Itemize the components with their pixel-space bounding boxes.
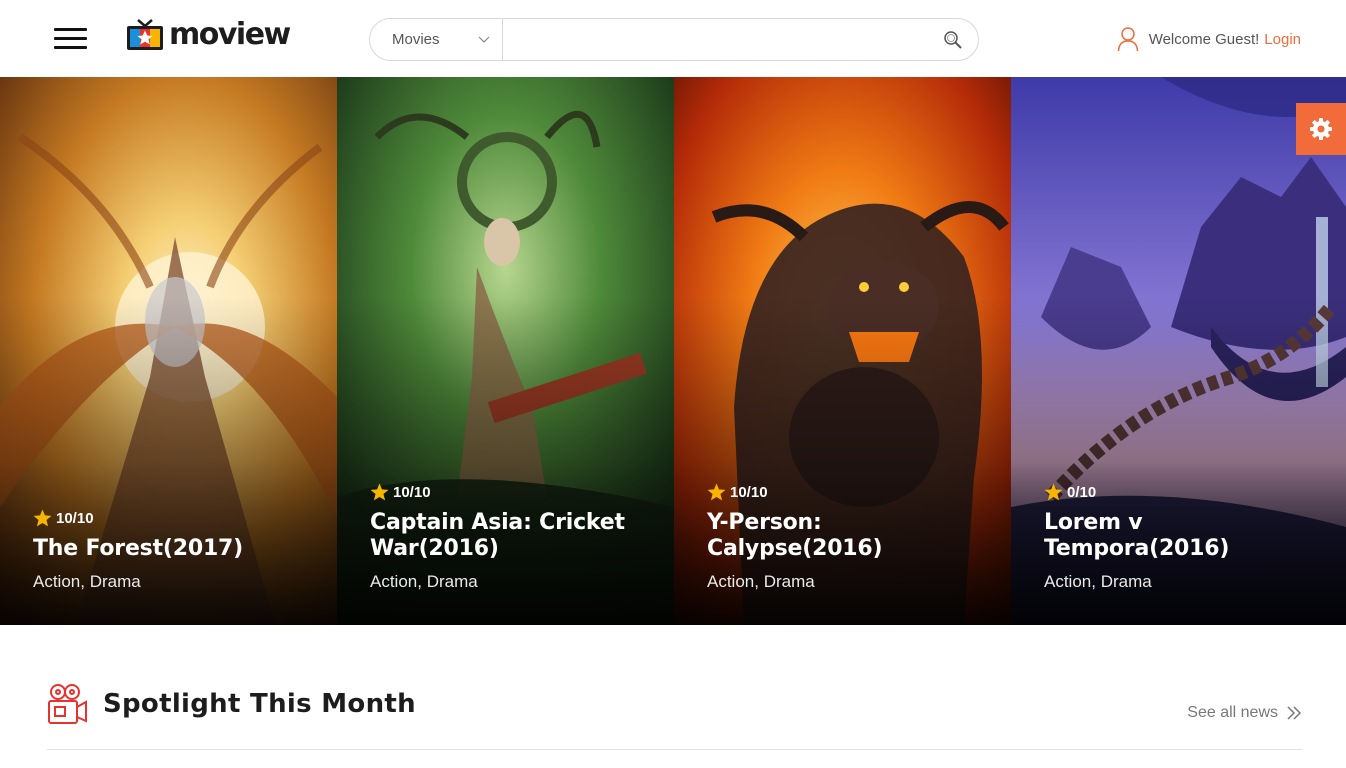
movie-title[interactable]: The Forest(2017) — [33, 536, 303, 562]
movie-card[interactable]: 0/10 Lorem v Tempora(2016) Action, Drama — [1011, 77, 1346, 625]
featured-movies: 10/10 The Forest(2017) Action, Drama 10/… — [0, 77, 1346, 625]
star-icon — [33, 509, 52, 527]
movie-card[interactable]: 10/10 Y-Person: Calypse(2016) Action, Dr… — [674, 77, 1011, 625]
film-camera-icon — [48, 684, 87, 724]
card-info: 0/10 Lorem v Tempora(2016) Action, Drama — [1044, 483, 1322, 592]
movie-genres: Action, Drama — [1044, 572, 1152, 591]
search-icon — [944, 30, 962, 49]
card-info: 10/10 The Forest(2017) Action, Drama — [33, 509, 313, 592]
site-header: moview Movies Welcome Guest! Login — [0, 0, 1346, 77]
movie-card[interactable]: 10/10 The Forest(2017) Action, Drama — [0, 77, 337, 625]
movie-genres: Action, Drama — [707, 572, 815, 591]
rating: 10/10 — [707, 483, 987, 501]
gear-icon — [1310, 118, 1332, 140]
movie-title[interactable]: Y-Person: Calypse(2016) — [707, 510, 977, 562]
tv-logo-icon — [127, 19, 163, 50]
search-input[interactable] — [503, 19, 928, 60]
card-info: 10/10 Captain Asia: Cricket War(2016) Ac… — [370, 483, 650, 592]
star-icon — [370, 483, 389, 501]
see-all-news-link[interactable]: See all news — [1187, 704, 1302, 722]
card-info: 10/10 Y-Person: Calypse(2016) Action, Dr… — [707, 483, 987, 592]
double-chevron-right-icon — [1287, 706, 1302, 720]
site-logo[interactable]: moview — [126, 17, 291, 53]
search-category-label: Movies — [392, 31, 440, 48]
rating: 10/10 — [33, 509, 313, 527]
movie-title[interactable]: Captain Asia: Cricket War(2016) — [370, 510, 640, 562]
rating-value: 10/10 — [393, 483, 431, 501]
welcome-text: Welcome Guest! — [1148, 30, 1260, 48]
user-icon — [1117, 26, 1139, 52]
section-title: Spotlight This Month — [103, 689, 416, 719]
movie-genres: Action, Drama — [370, 572, 478, 591]
rating: 0/10 — [1044, 483, 1322, 501]
chevron-down-icon — [478, 36, 490, 43]
movie-card[interactable]: 10/10 Captain Asia: Cricket War(2016) Ac… — [337, 77, 674, 625]
search-button[interactable] — [928, 19, 978, 60]
settings-button[interactable] — [1296, 103, 1346, 155]
movie-title[interactable]: Lorem v Tempora(2016) — [1044, 510, 1314, 562]
search-bar: Movies — [369, 18, 979, 61]
movie-genres: Action, Drama — [33, 572, 141, 591]
star-icon — [1044, 483, 1063, 501]
user-area: Welcome Guest! Login — [1117, 25, 1301, 53]
star-icon — [707, 483, 726, 501]
login-link[interactable]: Login — [1264, 31, 1301, 48]
spotlight-section: Spotlight This Month See all news — [47, 683, 1302, 750]
rating-value: 10/10 — [730, 483, 768, 501]
rating-value: 10/10 — [56, 509, 94, 527]
hamburger-icon[interactable] — [54, 28, 87, 49]
rating: 10/10 — [370, 483, 650, 501]
rating-value: 0/10 — [1067, 483, 1097, 501]
logo-text: moview — [169, 17, 291, 52]
search-category-select[interactable]: Movies — [370, 19, 503, 60]
see-all-label: See all news — [1187, 704, 1278, 721]
